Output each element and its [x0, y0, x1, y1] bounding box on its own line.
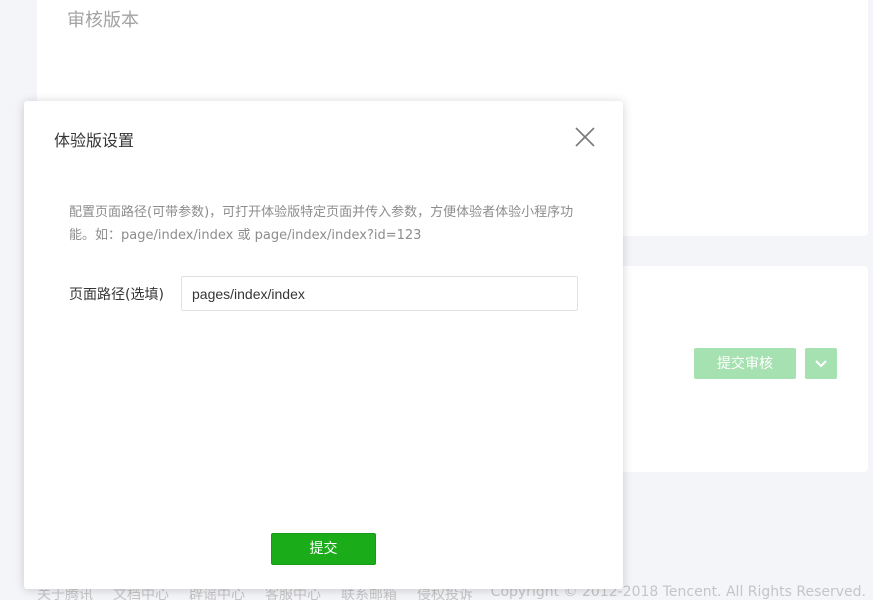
trial-version-settings-dialog: 体验版设置 配置页面路径(可带参数)，可打开体验版特定页面并传入参数，方便体验者…	[24, 101, 623, 589]
submit-button[interactable]: 提交	[271, 533, 376, 565]
page-path-input[interactable]	[181, 276, 578, 311]
page-path-label: 页面路径(选填)	[69, 287, 164, 303]
close-button[interactable]	[573, 125, 597, 149]
dialog-title: 体验版设置	[54, 131, 135, 150]
dialog-description: 配置页面路径(可带参数)，可打开体验版特定页面并传入参数，方便体验者体验小程序功…	[69, 205, 574, 243]
close-icon	[575, 127, 595, 147]
